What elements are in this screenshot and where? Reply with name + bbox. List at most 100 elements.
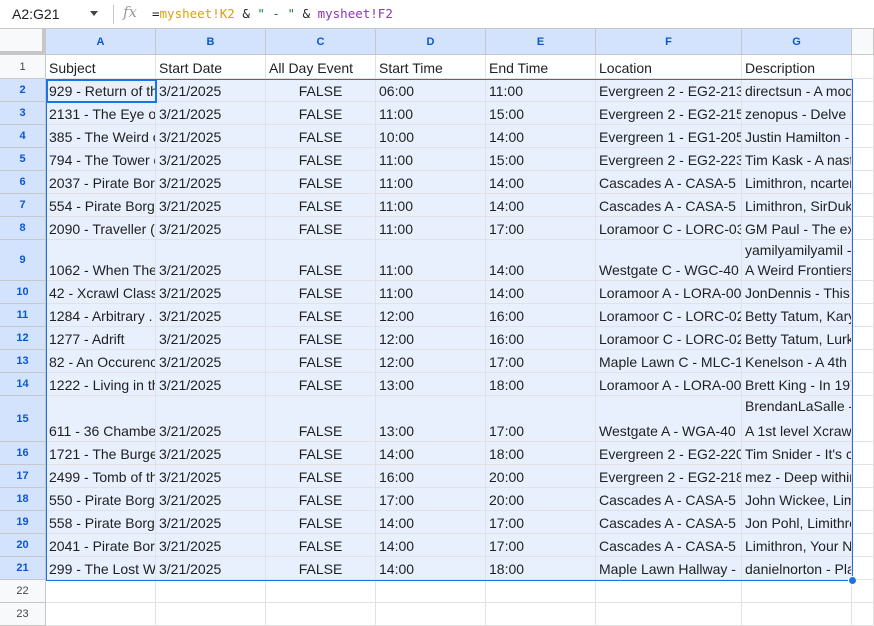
table-cell[interactable]: 3/21/2025 <box>156 350 266 373</box>
table-cell[interactable]: FALSE <box>266 148 376 171</box>
empty-cell[interactable] <box>852 603 874 626</box>
empty-cell[interactable] <box>486 580 596 603</box>
empty-cell[interactable] <box>852 511 874 534</box>
table-cell[interactable]: 14:00 <box>486 281 596 304</box>
table-cell[interactable]: 11:00 <box>376 281 486 304</box>
table-cell[interactable]: 558 - Pirate Borg <box>46 511 156 534</box>
table-cell[interactable]: 3/21/2025 <box>156 511 266 534</box>
table-cell[interactable]: Jon Pohl, Limithron - <box>742 511 852 534</box>
table-cell[interactable]: 3/21/2025 <box>156 534 266 557</box>
row-header[interactable]: 17 <box>0 465 46 488</box>
empty-cell[interactable] <box>852 396 874 442</box>
table-cell[interactable]: 14:00 <box>376 511 486 534</box>
table-cell[interactable]: 11:00 <box>376 217 486 240</box>
column-header-b[interactable]: B <box>156 29 266 55</box>
formula-input[interactable]: =mysheet!K2 & " - " & mysheet!F2 <box>152 6 393 21</box>
table-cell[interactable]: yamilyamilyamil - Yo A Weird Frontiers ad <box>742 240 852 281</box>
empty-cell[interactable] <box>486 603 596 626</box>
empty-cell[interactable] <box>852 350 874 373</box>
table-cell[interactable]: FALSE <box>266 442 376 465</box>
table-cell[interactable]: 929 - Return of th <box>46 79 156 102</box>
table-cell[interactable]: directsun - A modern <box>742 79 852 102</box>
table-cell[interactable]: Limithron, ncarter95 <box>742 171 852 194</box>
header-cell[interactable]: Start Date <box>156 55 266 79</box>
table-cell[interactable]: 3/21/2025 <box>156 79 266 102</box>
table-cell[interactable]: Cascades A - CASA-5 <box>596 194 742 217</box>
table-cell[interactable]: FALSE <box>266 125 376 148</box>
table-cell[interactable]: 14:00 <box>486 194 596 217</box>
empty-cell[interactable] <box>742 603 852 626</box>
empty-cell[interactable] <box>852 171 874 194</box>
empty-cell[interactable] <box>596 580 742 603</box>
table-cell[interactable]: 15:00 <box>486 148 596 171</box>
table-cell[interactable]: Limithron, SirDukeN <box>742 194 852 217</box>
table-cell[interactable]: 1284 - Arbitrary . <box>46 304 156 327</box>
table-cell[interactable]: Maple Lawn C - MLC-1 <box>596 350 742 373</box>
table-cell[interactable]: 14:00 <box>486 240 596 281</box>
table-cell[interactable]: Betty Tatum, Karyss <box>742 304 852 327</box>
empty-cell[interactable] <box>266 580 376 603</box>
table-cell[interactable]: John Wickee, Limith <box>742 488 852 511</box>
table-cell[interactable]: 17:00 <box>486 534 596 557</box>
header-cell[interactable]: Description <box>742 55 852 79</box>
table-cell[interactable]: FALSE <box>266 171 376 194</box>
empty-cell[interactable] <box>852 488 874 511</box>
row-header[interactable]: 20 <box>0 534 46 557</box>
table-cell[interactable]: 11:00 <box>376 171 486 194</box>
row-header[interactable]: 1 <box>0 55 46 79</box>
table-cell[interactable]: Loramoor C - LORC-02 <box>596 304 742 327</box>
table-cell[interactable]: Kenelson - A 4th lev <box>742 350 852 373</box>
empty-cell[interactable] <box>852 125 874 148</box>
table-cell[interactable]: 3/21/2025 <box>156 125 266 148</box>
empty-cell[interactable] <box>852 240 874 281</box>
table-cell[interactable]: 1222 - Living in th <box>46 373 156 396</box>
row-header[interactable]: 11 <box>0 304 46 327</box>
table-cell[interactable]: 17:00 <box>486 350 596 373</box>
table-cell[interactable]: 11:00 <box>376 194 486 217</box>
empty-cell[interactable] <box>156 580 266 603</box>
table-cell[interactable]: 12:00 <box>376 304 486 327</box>
table-cell[interactable]: zenopus - Delve into <box>742 102 852 125</box>
table-cell[interactable]: 42 - Xcrawl Class <box>46 281 156 304</box>
table-cell[interactable]: FALSE <box>266 194 376 217</box>
table-cell[interactable]: FALSE <box>266 350 376 373</box>
table-cell[interactable]: 1721 - The Burge <box>46 442 156 465</box>
table-cell[interactable]: 3/21/2025 <box>156 171 266 194</box>
table-cell[interactable]: Tim Snider - It's chad <box>742 442 852 465</box>
column-header-h[interactable] <box>852 29 874 55</box>
table-cell[interactable]: 11:00 <box>376 240 486 281</box>
table-cell[interactable]: Tim Kask - A nasty a <box>742 148 852 171</box>
table-cell[interactable]: FALSE <box>266 304 376 327</box>
row-header[interactable]: 2 <box>0 79 46 102</box>
table-cell[interactable]: Cascades A - CASA-5 <box>596 511 742 534</box>
table-cell[interactable]: Betty Tatum, Lurking <box>742 327 852 350</box>
empty-cell[interactable] <box>742 580 852 603</box>
table-cell[interactable]: GM Paul - The exper <box>742 217 852 240</box>
table-cell[interactable]: 3/21/2025 <box>156 217 266 240</box>
table-cell[interactable]: FALSE <box>266 465 376 488</box>
table-cell[interactable]: 2131 - The Eye o <box>46 102 156 125</box>
header-cell[interactable]: Location <box>596 55 742 79</box>
table-cell[interactable]: 18:00 <box>486 442 596 465</box>
empty-cell[interactable] <box>376 580 486 603</box>
table-cell[interactable]: Maple Lawn Hallway - <box>596 557 742 580</box>
table-cell[interactable]: 18:00 <box>486 373 596 396</box>
fill-handle[interactable] <box>848 576 857 585</box>
empty-cell[interactable] <box>852 55 874 79</box>
row-header[interactable]: 10 <box>0 281 46 304</box>
table-cell[interactable]: 17:00 <box>486 217 596 240</box>
table-cell[interactable]: Brett King - In 1974, <box>742 373 852 396</box>
table-cell[interactable]: 11:00 <box>486 79 596 102</box>
column-header-c[interactable]: C <box>266 29 376 55</box>
table-cell[interactable]: 18:00 <box>486 557 596 580</box>
row-header[interactable]: 6 <box>0 171 46 194</box>
header-cell[interactable]: All Day Event <box>266 55 376 79</box>
table-cell[interactable]: 1062 - When The <box>46 240 156 281</box>
empty-cell[interactable] <box>852 79 874 102</box>
table-cell[interactable]: 82 - An Occurenc <box>46 350 156 373</box>
table-cell[interactable]: FALSE <box>266 534 376 557</box>
table-cell[interactable]: 2090 - Traveller (I <box>46 217 156 240</box>
table-cell[interactable]: 06:00 <box>376 79 486 102</box>
table-cell[interactable]: Justin Hamilton - The <box>742 125 852 148</box>
table-cell[interactable]: Evergreen 2 - EG2-223 <box>596 148 742 171</box>
